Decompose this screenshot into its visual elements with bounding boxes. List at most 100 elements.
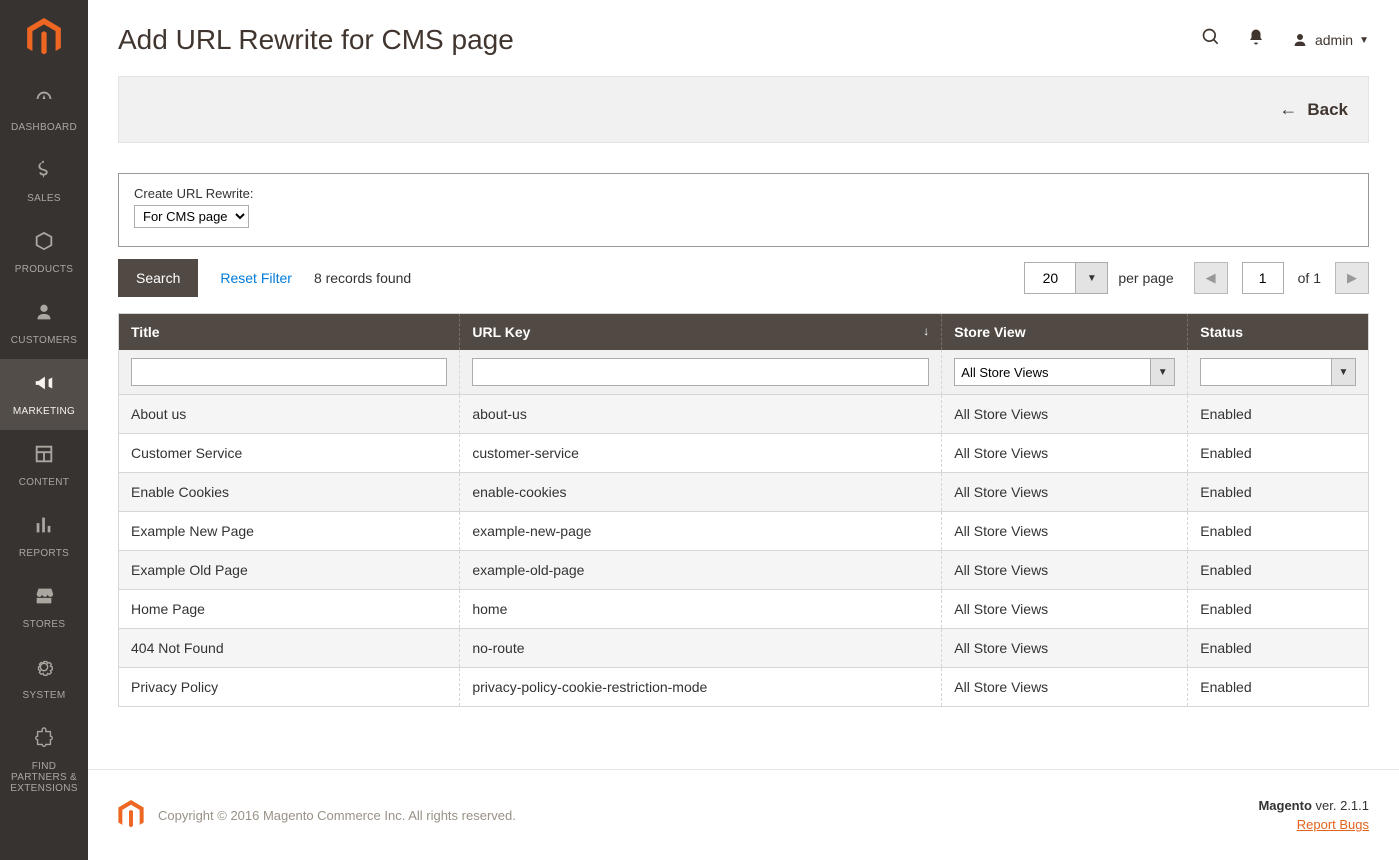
records-count: 8 records found (314, 270, 411, 286)
cell-status: Enabled (1188, 668, 1369, 707)
cell-urlkey: enable-cookies (460, 473, 942, 512)
table-row[interactable]: 404 Not Found no-route All Store Views E… (119, 629, 1369, 668)
cell-urlkey: about-us (460, 395, 942, 434)
cell-urlkey: example-old-page (460, 551, 942, 590)
cell-urlkey: home (460, 590, 942, 629)
sidebar-item-system[interactable]: SYSTEM (0, 643, 88, 714)
sidebar-label: SYSTEM (23, 690, 66, 701)
cell-title: Enable Cookies (119, 473, 460, 512)
cell-status: Enabled (1188, 473, 1369, 512)
sidebar-label: CUSTOMERS (11, 335, 77, 346)
magento-logo-icon (118, 800, 144, 830)
sidebar-item-dashboard[interactable]: DASHBOARD (0, 75, 88, 146)
page-of-label: of 1 (1298, 270, 1321, 286)
sidebar-item-products[interactable]: PRODUCTS (0, 217, 88, 288)
toolbar: ← Back (118, 76, 1369, 143)
cell-status: Enabled (1188, 512, 1369, 551)
per-page-control: ▼ per page (1024, 262, 1173, 294)
cell-status: Enabled (1188, 629, 1369, 668)
sidebar-label: FIND PARTNERS & EXTENSIONS (4, 761, 84, 794)
cell-status: Enabled (1188, 434, 1369, 473)
sidebar-item-customers[interactable]: CUSTOMERS (0, 288, 88, 359)
copyright-text: Copyright © 2016 Magento Commerce Inc. A… (158, 808, 516, 823)
next-page-button[interactable]: ▶ (1335, 262, 1369, 294)
cell-title: Home Page (119, 590, 460, 629)
filter-status-select[interactable] (1200, 358, 1332, 386)
filter-storeview-select[interactable] (954, 358, 1151, 386)
page-header: Add URL Rewrite for CMS page admin ▼ (88, 0, 1399, 76)
page-number-input[interactable] (1242, 262, 1284, 294)
cell-title: Privacy Policy (119, 668, 460, 707)
col-header-status[interactable]: Status (1188, 314, 1369, 351)
sort-asc-icon: ↓ (923, 324, 929, 338)
col-header-title[interactable]: Title (119, 314, 460, 351)
table-row[interactable]: Example New Page example-new-page All St… (119, 512, 1369, 551)
chevron-down-icon[interactable]: ▼ (1151, 358, 1175, 386)
dollar-icon (33, 159, 55, 187)
sidebar-item-reports[interactable]: REPORTS (0, 501, 88, 572)
sidebar-label: SALES (27, 193, 61, 204)
table-row[interactable]: Privacy Policy privacy-policy-cookie-res… (119, 668, 1369, 707)
create-rewrite-select[interactable]: For CMS page (134, 205, 249, 228)
cell-store: All Store Views (942, 512, 1188, 551)
cell-store: All Store Views (942, 395, 1188, 434)
table-row[interactable]: Home Page home All Store Views Enabled (119, 590, 1369, 629)
cell-title: 404 Not Found (119, 629, 460, 668)
prev-page-button[interactable]: ◀ (1194, 262, 1228, 294)
table-row[interactable]: About us about-us All Store Views Enable… (119, 395, 1369, 434)
sidebar-item-sales[interactable]: SALES (0, 146, 88, 217)
cell-status: Enabled (1188, 395, 1369, 434)
admin-user-menu[interactable]: admin ▼ (1291, 31, 1369, 49)
table-row[interactable]: Example Old Page example-old-page All St… (119, 551, 1369, 590)
chevron-down-icon[interactable]: ▼ (1332, 358, 1356, 386)
cms-pages-table: Title URL Key↓ Store View Status ▼ ▼ Abo… (118, 313, 1369, 707)
col-header-storeview[interactable]: Store View (942, 314, 1188, 351)
user-icon (33, 301, 55, 329)
puzzle-icon (33, 727, 55, 755)
sidebar-item-stores[interactable]: STORES (0, 572, 88, 643)
per-page-input[interactable] (1024, 262, 1076, 294)
cell-title: Customer Service (119, 434, 460, 473)
layout-icon (33, 443, 55, 471)
sidebar-label: REPORTS (19, 548, 69, 559)
chart-icon (33, 514, 55, 542)
sidebar-item-content[interactable]: CONTENT (0, 430, 88, 501)
notifications-icon[interactable] (1247, 28, 1265, 52)
table-row[interactable]: Enable Cookies enable-cookies All Store … (119, 473, 1369, 512)
cell-urlkey: privacy-policy-cookie-restriction-mode (460, 668, 942, 707)
cell-urlkey: customer-service (460, 434, 942, 473)
grid-controls: Search Reset Filter 8 records found ▼ pe… (118, 259, 1369, 297)
cell-store: All Store Views (942, 434, 1188, 473)
report-bugs-link[interactable]: Report Bugs (1258, 817, 1369, 832)
cell-store: All Store Views (942, 668, 1188, 707)
sidebar-label: CONTENT (19, 477, 69, 488)
chevron-down-icon: ▼ (1359, 35, 1369, 46)
create-rewrite-label: Create URL Rewrite: (134, 186, 1353, 201)
search-icon[interactable] (1201, 27, 1221, 53)
search-button[interactable]: Search (118, 259, 198, 297)
cell-store: All Store Views (942, 629, 1188, 668)
sidebar-item-marketing[interactable]: MARKETING (0, 359, 88, 430)
back-button[interactable]: ← Back (1279, 99, 1348, 120)
pager: ◀ of 1 ▶ (1194, 262, 1369, 294)
table-row[interactable]: Customer Service customer-service All St… (119, 434, 1369, 473)
magento-logo[interactable] (0, 0, 88, 75)
back-label: Back (1307, 100, 1348, 120)
arrow-left-icon: ← (1279, 99, 1297, 120)
per-page-dropdown[interactable]: ▼ (1076, 262, 1108, 294)
cell-store: All Store Views (942, 473, 1188, 512)
store-icon (33, 585, 55, 613)
cell-title: Example New Page (119, 512, 460, 551)
sidebar-label: STORES (23, 619, 66, 630)
page-title: Add URL Rewrite for CMS page (118, 24, 514, 56)
cell-urlkey: example-new-page (460, 512, 942, 551)
filter-title-input[interactable] (131, 358, 447, 386)
admin-username: admin (1315, 32, 1353, 48)
cell-store: All Store Views (942, 590, 1188, 629)
sidebar-item-partners[interactable]: FIND PARTNERS & EXTENSIONS (0, 714, 88, 807)
col-header-urlkey[interactable]: URL Key↓ (460, 314, 942, 351)
footer: Copyright © 2016 Magento Commerce Inc. A… (88, 769, 1399, 860)
filter-urlkey-input[interactable] (472, 358, 929, 386)
create-rewrite-box: Create URL Rewrite: For CMS page (118, 173, 1369, 247)
reset-filter-link[interactable]: Reset Filter (220, 270, 292, 286)
